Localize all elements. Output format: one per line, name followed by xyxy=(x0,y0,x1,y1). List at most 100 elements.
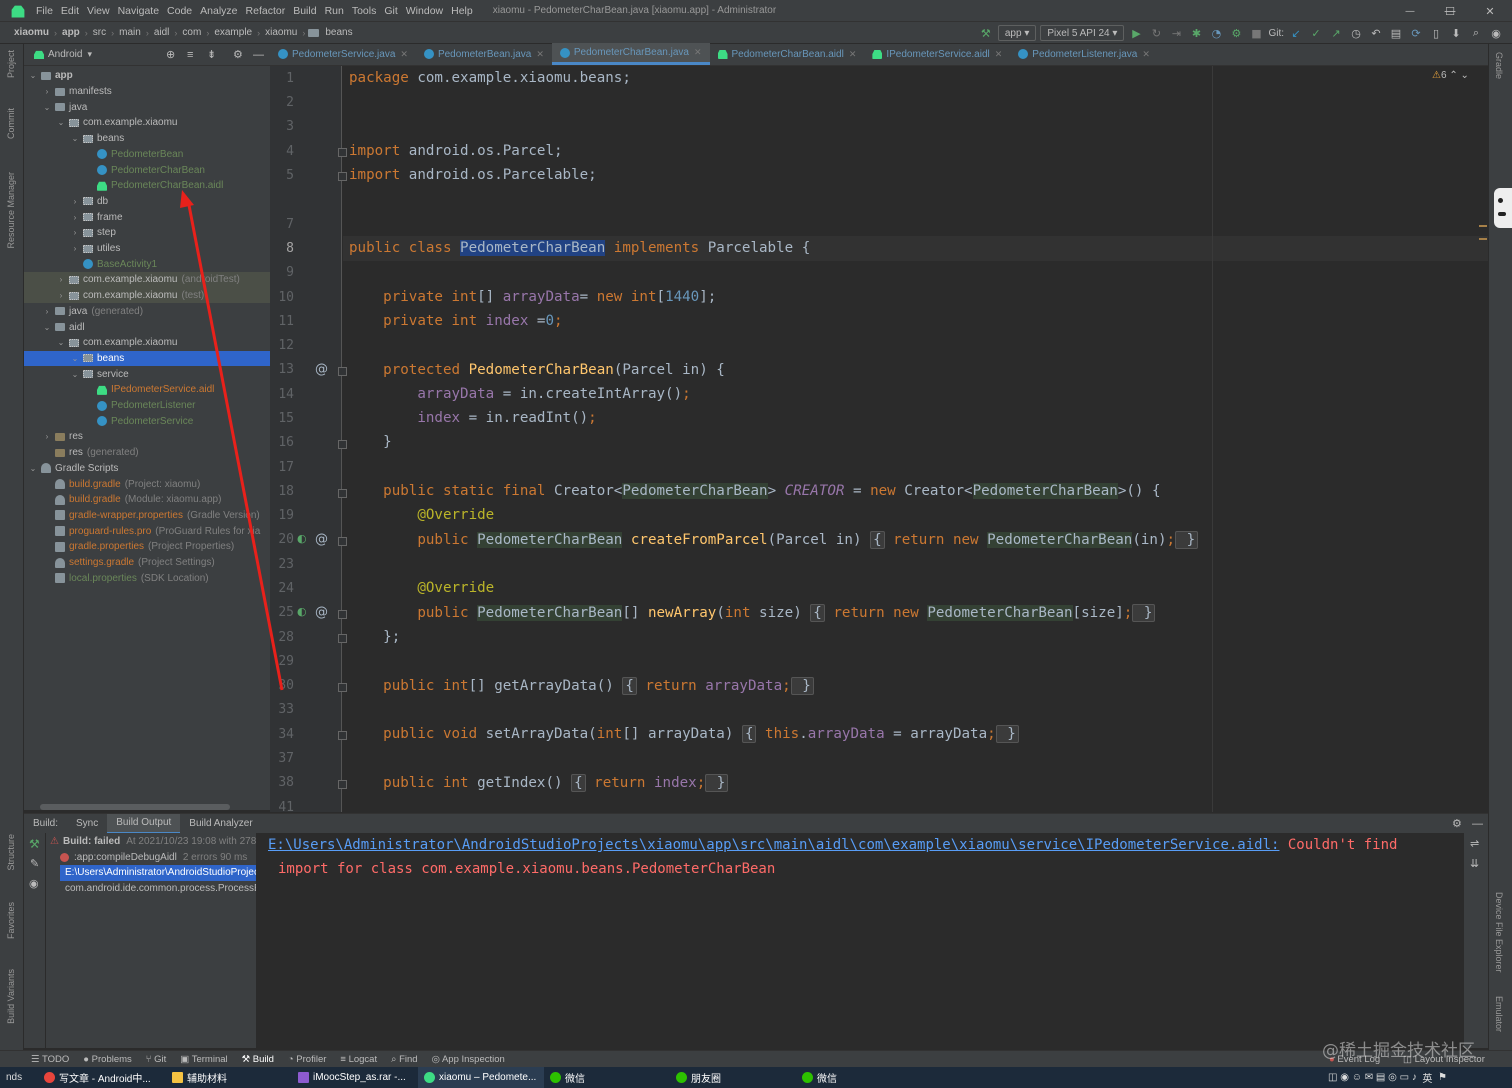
tab-build-output[interactable]: Build Output xyxy=(107,813,181,834)
fold-toggle-icon[interactable] xyxy=(338,537,347,546)
device-file-explorer-tool-tab[interactable]: Device File Explorer xyxy=(1494,892,1504,973)
expand-all-icon[interactable]: ≡ xyxy=(187,49,193,61)
chevron-down-icon[interactable]: ⌄ xyxy=(28,464,38,473)
breadcrumb-item[interactable]: aidl xyxy=(152,27,172,38)
git-commit-icon[interactable]: ✓ xyxy=(1308,25,1324,41)
profiler-tab[interactable]: ◔ Profiler xyxy=(281,1054,333,1065)
breadcrumb-item[interactable]: com xyxy=(180,27,203,38)
close-tab-icon[interactable]: ✕ xyxy=(849,49,857,60)
close-tab-icon[interactable]: ✕ xyxy=(536,49,544,60)
device-select[interactable]: Pixel 5 API 24 ▾ xyxy=(1040,25,1125,41)
tree-item[interactable]: settings.gradle (Project Settings) xyxy=(24,555,270,571)
terminal-tab[interactable]: ▣ Terminal xyxy=(173,1054,234,1065)
fold-toggle-icon[interactable] xyxy=(338,172,347,181)
git-tab[interactable]: ⑂ Git xyxy=(139,1054,173,1065)
tree-item[interactable]: PedometerBean xyxy=(24,147,270,163)
system-tray[interactable]: ◫ ◉ ☺ ✉ ▤ ◎ ▭ ♪ 英 ⚑ xyxy=(1322,1067,1453,1088)
tree-item[interactable]: PedometerCharBean xyxy=(24,162,270,178)
breadcrumb-item[interactable]: beans xyxy=(323,27,354,38)
tree-item[interactable]: PedometerListener xyxy=(24,398,270,414)
tree-item[interactable]: ⌄ com.example.xiaomu xyxy=(24,115,270,131)
tree-item[interactable]: › com.example.xiaomu (test) xyxy=(24,287,270,304)
fold-toggle-icon[interactable] xyxy=(338,731,347,740)
git-update-icon[interactable]: ↙ xyxy=(1288,25,1304,41)
git-push-icon[interactable]: ↗ xyxy=(1328,25,1344,41)
tree-item[interactable]: › frame xyxy=(24,209,270,225)
taskbar-item[interactable]: 朋友圈 xyxy=(670,1067,796,1088)
override-marker-icon[interactable]: @ xyxy=(315,605,328,620)
tree-item[interactable]: ⌄ aidl xyxy=(24,319,270,335)
chevron-down-icon[interactable]: ⌄ xyxy=(28,71,38,80)
tree-item[interactable]: ⌄ beans xyxy=(24,131,270,147)
menu-help[interactable]: Help xyxy=(447,5,477,17)
project-structure-icon[interactable]: ▤ xyxy=(1388,25,1404,41)
breadcrumb-item[interactable]: src xyxy=(91,27,108,38)
scroll-marker[interactable] xyxy=(1479,238,1487,240)
app-inspection-tab[interactable]: ◎ App Inspection xyxy=(425,1054,512,1065)
history-icon[interactable]: ◷ xyxy=(1348,25,1364,41)
minimize-button-2[interactable]: — xyxy=(1394,0,1426,22)
rerun-icon[interactable]: ↻ xyxy=(1148,25,1164,41)
account-icon[interactable]: ◉ xyxy=(1488,25,1504,41)
taskbar-item[interactable]: 微信 xyxy=(544,1067,670,1088)
commit-tool-tab[interactable]: Commit xyxy=(6,108,16,139)
collapse-all-icon[interactable]: ⇟ xyxy=(207,48,216,61)
error-file-link[interactable]: E:\Users\Administrator\AndroidStudioProj… xyxy=(268,837,1279,853)
tree-item[interactable]: › res xyxy=(24,429,270,445)
fold-toggle-icon[interactable] xyxy=(338,634,347,643)
implements-marker-icon[interactable]: ◐ xyxy=(297,605,307,618)
taskbar-item[interactable]: 微信 xyxy=(796,1067,922,1088)
chevron-right-icon[interactable]: › xyxy=(70,213,80,222)
build-tree-row[interactable]: ⚠ Build: failed At 2021/10/23 19:08 with 2… xyxy=(50,834,256,850)
gradle-tool-tab[interactable]: Gradle xyxy=(1494,52,1504,79)
tree-item[interactable]: ⌄ beans xyxy=(24,350,270,367)
chevron-right-icon[interactable]: › xyxy=(56,291,66,300)
input-method-label[interactable]: 英 xyxy=(1422,1070,1432,1085)
eye-icon[interactable]: ◉ xyxy=(29,877,39,890)
tree-item[interactable]: › manifests xyxy=(24,84,270,100)
close-button[interactable]: ✕ xyxy=(1474,0,1506,22)
implements-marker-icon[interactable]: ◐ xyxy=(297,532,307,545)
chevron-right-icon[interactable]: › xyxy=(42,432,52,441)
chevron-right-icon[interactable]: › xyxy=(70,197,80,206)
build-tree-row[interactable]: com.android.ide.common.process.ProcessEx… xyxy=(60,881,256,897)
tree-item[interactable]: local.properties (SDK Location) xyxy=(24,570,270,586)
hammer-icon[interactable]: ⚒ xyxy=(29,837,40,851)
sdk-manager-icon[interactable]: ⬇ xyxy=(1448,25,1464,41)
resource-manager-tool-tab[interactable]: Resource Manager xyxy=(6,172,16,249)
menu-refactor[interactable]: Refactor xyxy=(242,5,290,17)
fold-toggle-icon[interactable] xyxy=(338,489,347,498)
editor-tab[interactable]: PedometerCharBean.java ✕ xyxy=(551,43,710,65)
chevron-down-icon[interactable]: ▾ xyxy=(87,49,92,60)
chevron-down-icon[interactable]: ⌄ xyxy=(70,354,80,363)
close-tab-icon[interactable]: ✕ xyxy=(694,47,702,58)
tree-item[interactable]: › java (generated) xyxy=(24,304,270,320)
chevron-down-icon[interactable]: ⌄ xyxy=(70,134,80,143)
tree-item[interactable]: ⌄ Gradle Scripts xyxy=(24,461,270,477)
run-icon[interactable]: ▶ xyxy=(1128,25,1144,41)
search-icon[interactable]: ⌕ xyxy=(1468,25,1484,41)
breadcrumb-item[interactable]: app xyxy=(60,27,82,38)
maximize-button[interactable]: ☐ xyxy=(1434,0,1466,22)
problems-tab[interactable]: ● Problems xyxy=(76,1054,139,1065)
editor-tab[interactable]: PedometerListener.java ✕ xyxy=(1010,43,1158,65)
breadcrumb-item[interactable]: main xyxy=(117,27,143,38)
tree-item[interactable]: build.gradle (Project: xiaomu) xyxy=(24,476,270,492)
taskbar-item[interactable]: 写文章 - Android中... xyxy=(38,1067,166,1088)
scroll-end-icon[interactable]: ⇊ xyxy=(1470,857,1479,870)
soft-wrap-icon[interactable]: ⇌ xyxy=(1470,837,1479,850)
sync-gradle-icon[interactable]: ⟳ xyxy=(1408,25,1424,41)
debug-icon[interactable]: ✱ xyxy=(1188,25,1204,41)
override-marker-icon[interactable]: @ xyxy=(315,362,328,377)
taskbar-item[interactable]: iMoocStep_as.rar -... xyxy=(292,1067,418,1088)
fold-toggle-icon[interactable] xyxy=(338,367,347,376)
gear-icon[interactable]: ⚙ xyxy=(1452,817,1462,830)
tab-build-analyzer[interactable]: Build Analyzer xyxy=(180,814,261,834)
emulator-tool-tab[interactable]: Emulator xyxy=(1494,996,1504,1032)
tree-item[interactable]: build.gradle (Module: xiaomu.app) xyxy=(24,492,270,508)
menu-tools[interactable]: Tools xyxy=(348,5,381,17)
structure-tool-tab[interactable]: Structure xyxy=(6,834,16,871)
apply-changes-icon[interactable]: ⇥ xyxy=(1168,25,1184,41)
inspection-widget[interactable]: ⚠6 ⌃ ⌄ xyxy=(1432,70,1469,81)
rollback-icon[interactable]: ↶ xyxy=(1368,25,1384,41)
